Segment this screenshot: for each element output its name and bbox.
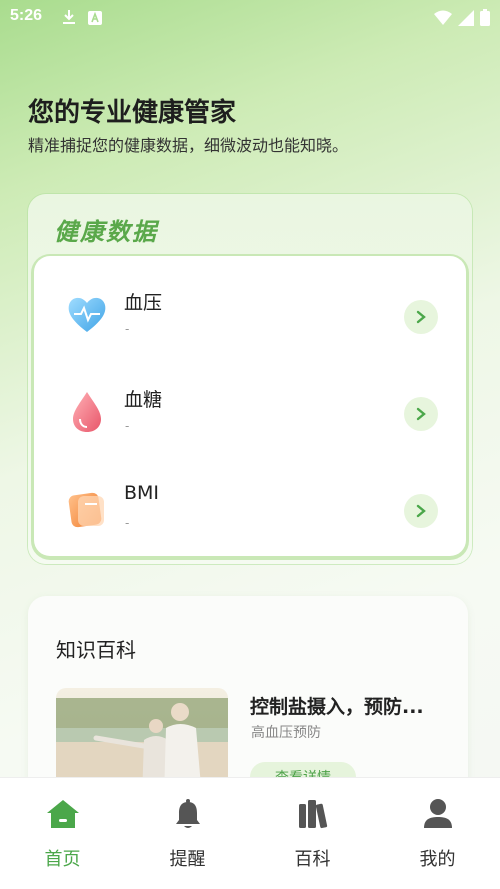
home-icon <box>46 798 80 830</box>
health-data-title: 健康数据 <box>54 218 158 246</box>
app-notification-icon <box>88 10 102 29</box>
metric-value: - <box>125 419 130 433</box>
metric-value: - <box>125 322 130 336</box>
bottom-tab-bar: 首页 提醒 百科 我的 <box>0 777 500 889</box>
health-data-card: 健康数据 血压 - 血糖 - BMI - <box>28 194 472 564</box>
article-tag: 高血压预防 <box>251 725 321 741</box>
metric-name: 血糖 <box>124 389 163 411</box>
scale-icon <box>64 486 110 532</box>
knowledge-title: 知识百科 <box>56 638 136 662</box>
blood-drop-icon <box>64 389 110 435</box>
tab-label: 我的 <box>419 849 456 870</box>
chevron-right-icon[interactable] <box>404 300 438 334</box>
user-icon <box>421 798 455 830</box>
metric-name: BMI <box>124 482 160 504</box>
tab-label: 百科 <box>294 849 331 870</box>
tab-reminders[interactable]: 提醒 <box>125 778 250 889</box>
metric-row-blood-pressure[interactable]: 血压 - <box>34 270 466 360</box>
wifi-icon <box>434 10 452 30</box>
status-bar: 5:26 <box>0 0 500 36</box>
metric-row-blood-sugar[interactable]: 血糖 - <box>34 367 466 457</box>
status-time: 5:26 <box>10 7 43 24</box>
chevron-right-icon[interactable] <box>404 494 438 528</box>
tab-home[interactable]: 首页 <box>0 778 125 889</box>
signal-icon <box>458 9 474 30</box>
battery-icon <box>480 9 490 30</box>
bell-icon <box>171 798 205 830</box>
books-icon <box>296 798 330 830</box>
page-subtitle: 精准捕捉您的健康数据，细微波动也能知晓。 <box>28 136 349 155</box>
download-icon <box>62 9 76 29</box>
heart-pulse-icon <box>64 292 110 338</box>
health-data-list: 血压 - 血糖 - BMI - <box>34 256 466 556</box>
tab-profile[interactable]: 我的 <box>375 778 500 889</box>
tab-encyclopedia[interactable]: 百科 <box>250 778 375 889</box>
page-title: 您的专业健康管家 <box>28 98 237 128</box>
metric-row-bmi[interactable]: BMI - <box>34 464 466 554</box>
tab-label: 提醒 <box>169 849 206 870</box>
metric-name: 血压 <box>124 292 163 314</box>
article-title[interactable]: 控制盐摄入，预防... <box>250 692 455 719</box>
metric-value: - <box>125 516 130 530</box>
tab-label: 首页 <box>44 849 81 870</box>
chevron-right-icon[interactable] <box>404 397 438 431</box>
